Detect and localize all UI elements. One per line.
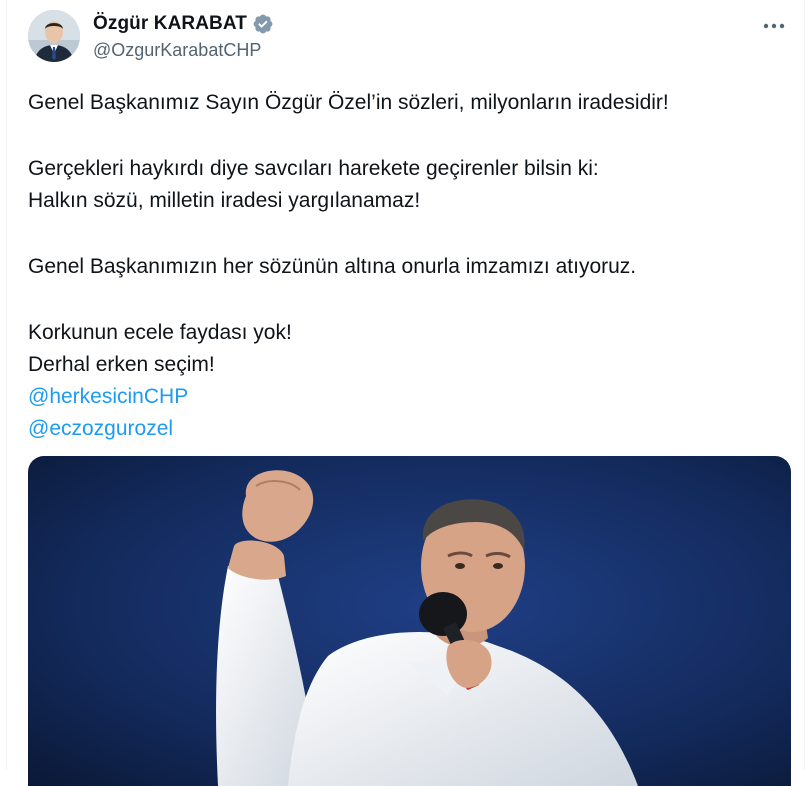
tweet-media-image[interactable] [28, 456, 791, 786]
tweet-line: Derhal erken seçim! [28, 353, 215, 376]
left-border [6, 0, 7, 770]
tweet-line: Halkın sözü, milletin iradesi yargılanam… [28, 189, 421, 212]
mention-link-herkesicinchp[interactable]: @herkesicinCHP [28, 385, 188, 408]
tweet-text: Genel Başkanımız Sayın Özgür Özel’in söz… [28, 87, 788, 445]
avatar-image [28, 10, 80, 62]
tweet-line: Genel Başkanımız Sayın Özgür Özel’in söz… [28, 91, 669, 114]
tweet-card: Özgür KARABAT @OzgurKarabatCHP Genel Baş… [0, 0, 807, 786]
media-photo [28, 456, 791, 786]
avatar[interactable] [28, 10, 80, 62]
mention-link-eczozgurozel[interactable]: @eczozgurozel [28, 417, 173, 440]
right-border [804, 0, 805, 770]
tweet-line: Korkunun ecele faydası yok! [28, 321, 292, 344]
author-display-name[interactable]: Özgür KARABAT [93, 13, 247, 35]
more-options-icon[interactable] [761, 16, 787, 36]
tweet-line: Gerçekleri haykırdı diye savcıları harek… [28, 157, 599, 180]
author-handle[interactable]: @OzgurKarabatCHP [93, 40, 261, 61]
tweet-line: Genel Başkanımızın her sözünün altına on… [28, 255, 637, 278]
verified-badge-icon [252, 13, 274, 35]
author-name-row: Özgür KARABAT [93, 11, 274, 37]
